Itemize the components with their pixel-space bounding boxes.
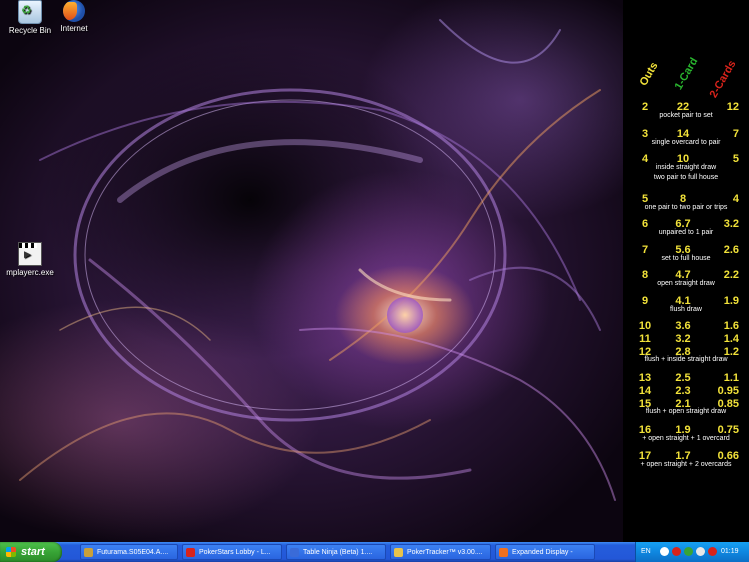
taskbar-button[interactable]: Table Ninja (Beta) 1....	[286, 544, 386, 560]
clock[interactable]: 01:19	[721, 542, 739, 562]
outs-row: 10 3.6 1.6	[623, 320, 749, 332]
one-card-odds: 2.5	[675, 372, 691, 384]
two-cards-odds: 1.6	[723, 320, 739, 332]
antivirus-icon[interactable]	[672, 547, 681, 556]
desktop-icon-label: mplayerc.exe	[6, 268, 54, 277]
help-icon[interactable]	[660, 547, 669, 556]
outs-row: 13 2.5 1.1	[623, 372, 749, 384]
wallpaper-swirls	[19, 19, 616, 501]
pokertracker-icon	[394, 548, 403, 557]
outs-row-description: pocket pair to set	[659, 112, 713, 119]
outs-row-description: open straight draw	[657, 280, 715, 287]
media-player-icon	[18, 242, 42, 266]
one-card-odds: 3.2	[675, 333, 691, 345]
outs-row-description: set to full house	[661, 255, 711, 262]
system-tray: EN 01:19	[635, 542, 749, 562]
outs-row-description: + open straight + 1 overcard	[642, 435, 730, 442]
network-icon[interactable]	[684, 547, 693, 556]
outs-row-description: inside straight draw	[655, 164, 717, 171]
taskbar-button[interactable]: PokerTracker™ v3.00....	[390, 544, 491, 560]
outs-row-description: two pair to full house	[653, 174, 719, 181]
windows-logo-icon	[6, 547, 16, 557]
two-cards-odds: 0.95	[717, 385, 739, 397]
outs-count: 14	[638, 385, 652, 397]
video-file-icon	[84, 548, 93, 557]
taskbar-button[interactable]: Expanded Display -	[495, 544, 595, 560]
desktop-icon-mplayerc[interactable]: mplayerc.exe	[0, 242, 60, 277]
volume-icon[interactable]	[696, 547, 705, 556]
one-card-odds: 2.3	[675, 385, 691, 397]
outs-header: Outs	[637, 60, 661, 88]
taskbar-button-label: Expanded Display -	[512, 549, 573, 556]
outs-row-description: single overcard to pair	[651, 139, 721, 146]
taskbar-button[interactable]: PokerStars Lobby - L...	[182, 544, 282, 560]
recycle-bin-icon	[18, 0, 42, 24]
outs-row: 14 2.3 0.95	[623, 385, 749, 397]
taskbar-button-label: PokerTracker™ v3.00....	[407, 549, 483, 556]
poker-outs-chart: Outs 1-Card 2-Cards 2 22 12 pocket pair to …	[623, 0, 749, 542]
outs-row-description: + open straight + 2 overcards	[640, 461, 732, 468]
outs-row-description: unpaired to 1 pair	[658, 229, 714, 236]
outs-row: 11 3.2 1.4	[623, 333, 749, 345]
expanded-display-icon	[499, 548, 508, 557]
taskbar-button-label: PokerStars Lobby - L...	[199, 549, 271, 556]
start-label: start	[21, 546, 45, 558]
table-ninja-icon	[290, 548, 299, 557]
outs-count: 10	[638, 320, 652, 332]
outs-count: 11	[639, 333, 651, 345]
desktop-icon-label: Internet	[60, 24, 88, 33]
start-button[interactable]: start	[0, 542, 62, 562]
firefox-icon	[63, 0, 85, 22]
taskbar: start Futurama.S05E04.A.... PokerStars Lo…	[0, 542, 749, 562]
desktop-icon-internet[interactable]: Internet	[44, 0, 104, 33]
one-card-odds: 3.6	[675, 320, 691, 332]
language-indicator[interactable]: EN	[641, 542, 651, 562]
outs-count: 13	[638, 372, 652, 384]
pokerstars-icon	[186, 548, 195, 557]
outs-row-description: flush + open straight draw	[645, 408, 727, 415]
security-shield-icon[interactable]	[708, 547, 717, 556]
outs-row-description: one pair to two pair or trips	[644, 204, 728, 211]
two-cards-odds: 1.4	[723, 333, 739, 345]
one-card-header: 1-Card	[672, 55, 701, 92]
taskbar-button-label: Futurama.S05E04.A....	[97, 549, 169, 556]
two-cards-header: 2-Cards	[707, 58, 739, 100]
taskbar-button[interactable]: Futurama.S05E04.A....	[80, 544, 178, 560]
two-cards-odds: 1.1	[723, 372, 739, 384]
taskbar-button-label: Table Ninja (Beta) 1....	[303, 549, 373, 556]
outs-row-description: flush draw	[670, 306, 702, 313]
desktop-wallpaper	[0, 0, 623, 542]
outs-row-description: flush + inside straight draw	[644, 356, 728, 363]
